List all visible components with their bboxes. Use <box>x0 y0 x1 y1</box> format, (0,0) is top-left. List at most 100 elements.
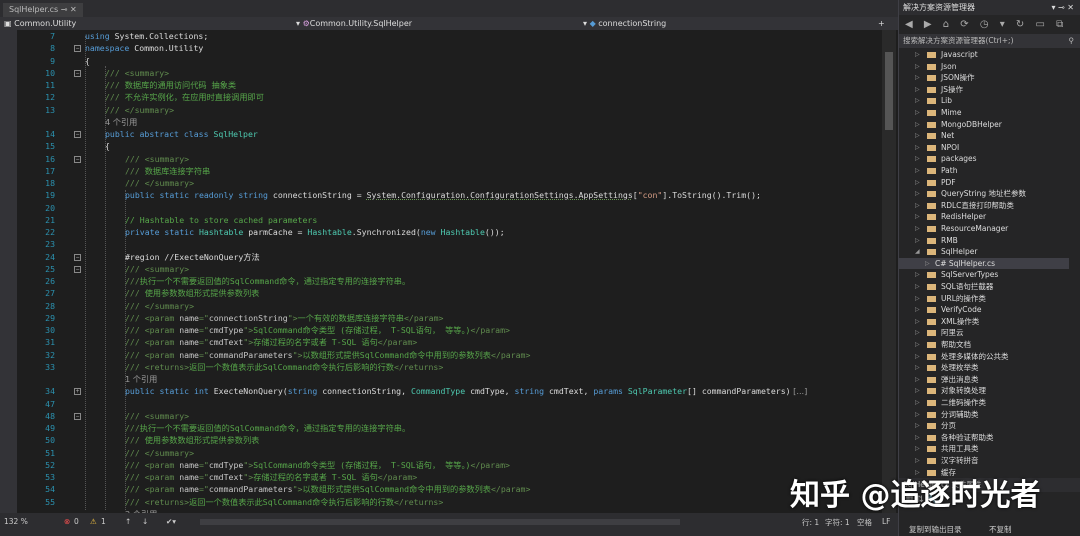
expand-arrow-icon[interactable]: ▷ <box>915 130 920 142</box>
expand-arrow-icon[interactable]: ▷ <box>915 200 920 212</box>
tree-item[interactable]: ▷ Lib <box>899 95 1069 107</box>
horizontal-scrollbar[interactable] <box>200 519 680 525</box>
tree-item[interactable]: ▷ RedisHelper <box>899 211 1069 223</box>
code-line[interactable]: 18 /// </summary> <box>17 177 882 189</box>
code-line[interactable]: 1 个引用 <box>17 373 882 385</box>
code-line[interactable]: 13 /// </summary> <box>17 104 882 116</box>
tree-item[interactable]: ▷ 弹出消息类 <box>899 374 1069 386</box>
code-line[interactable]: 14 − public abstract class SqlHelper <box>17 128 882 140</box>
code-line[interactable]: 50 /// 使用参数数组形式提供参数列表 <box>17 434 882 446</box>
code-line[interactable]: 9{ <box>17 55 882 67</box>
code-line[interactable]: 7 using System.Collections; <box>17 30 882 42</box>
fold-toggle-icon[interactable]: − <box>74 412 81 420</box>
code-line[interactable]: 47 <box>17 398 882 410</box>
char-indicator[interactable]: 字符: 1 <box>825 517 850 528</box>
code-line[interactable]: 52 /// <param name="cmdType">SqlCommand命令… <box>17 459 882 471</box>
expand-arrow-icon[interactable]: ▷ <box>915 327 920 339</box>
code-line[interactable]: 30 /// <param name="cmdType">SqlCommand命令… <box>17 324 882 336</box>
tree-item[interactable]: ▷ 分页 <box>899 420 1069 432</box>
member-dropdown[interactable]: ▾ ◆ connectionString <box>583 17 666 30</box>
code-line[interactable]: 16 − /// <summary> <box>17 153 882 165</box>
fold-toggle-icon[interactable]: − <box>74 265 81 273</box>
expand-arrow-icon[interactable]: ▷ <box>915 49 920 61</box>
fold-toggle-icon[interactable]: − <box>74 45 81 53</box>
up-arrow-icon[interactable]: ↑ <box>125 517 131 526</box>
expand-arrow-icon[interactable]: ▷ <box>915 362 920 374</box>
line-indicator[interactable]: 行: 1 <box>802 517 819 528</box>
code-line[interactable]: 31 /// <param name="cmdText">存储过程的名字或者 T-… <box>17 336 882 348</box>
code-line[interactable]: 53 /// <param name="cmdText">存储过程的名字或者 T-… <box>17 471 882 483</box>
expand-arrow-icon[interactable]: ▷ <box>925 258 930 270</box>
close-icon[interactable]: ✕ <box>70 5 77 14</box>
expand-arrow-icon[interactable]: ▷ <box>915 107 920 119</box>
tree-item[interactable]: ◢ SqlHelper <box>899 246 1069 258</box>
expand-arrow-icon[interactable]: ▷ <box>915 142 920 154</box>
expand-arrow-icon[interactable]: ▷ <box>915 72 920 84</box>
tree-item[interactable]: ▷ 处理多媒体的公共类 <box>899 351 1069 363</box>
tree-item[interactable]: ▷ XML操作类 <box>899 316 1069 328</box>
code-line[interactable]: 26 ///执行一个不需要返回值的SqlCommand命令，通过指定专用的连接字符… <box>17 275 882 287</box>
code-lens[interactable]: 1 个引用 <box>125 374 157 384</box>
tree-item[interactable]: ▷ SqlServerTypes <box>899 269 1069 281</box>
code-lens[interactable]: 4 个引用 <box>105 117 137 127</box>
tree-item[interactable]: ▷ NPOI <box>899 142 1069 154</box>
expand-arrow-icon[interactable]: ▷ <box>915 420 920 432</box>
split-icon[interactable]: + <box>878 17 885 30</box>
expand-arrow-icon[interactable]: ▷ <box>915 177 920 189</box>
code-line[interactable]: 34 + public static int ExecteNonQuery(stri… <box>17 385 882 397</box>
tree-item[interactable]: ▷ URL的操作类 <box>899 293 1069 305</box>
eol-indicator[interactable]: LF <box>882 517 891 526</box>
tree-item[interactable]: ▷ 汉字转拼音 <box>899 455 1069 467</box>
expand-arrow-icon[interactable]: ▷ <box>915 165 920 177</box>
code-line[interactable]: 25 − /// <summary> <box>17 263 882 275</box>
tree-item[interactable]: ▷ PDF <box>899 177 1069 189</box>
code-editor[interactable]: 7 using System.Collections; 8− namespace Co… <box>17 30 882 513</box>
code-line[interactable]: 4 个引用 <box>17 116 882 128</box>
code-line[interactable]: 19 public static readonly string connecti… <box>17 189 882 201</box>
expand-arrow-icon[interactable]: ▷ <box>915 211 920 223</box>
expand-arrow-icon[interactable]: ▷ <box>915 84 920 96</box>
code-lens[interactable]: [...] <box>791 386 807 396</box>
code-line[interactable]: 33 /// <returns>返回一个数值表示此SqlCommand命令执行后影… <box>17 361 882 373</box>
expand-arrow-icon[interactable]: ▷ <box>915 223 920 235</box>
expand-arrow-icon[interactable]: ▷ <box>915 455 920 467</box>
expand-arrow-icon[interactable]: ▷ <box>915 119 920 131</box>
warning-icon[interactable]: ⚠ <box>90 517 97 526</box>
tree-item[interactable]: ▷ VerifyCode <box>899 304 1069 316</box>
code-line[interactable]: 54 /// <param name="commandParameters">以数… <box>17 483 882 495</box>
code-line[interactable]: 12 /// 不允许实例化，在应用时直接调用即可 <box>17 91 882 103</box>
project-dropdown[interactable]: ▣ Common.Utility <box>4 17 76 30</box>
error-icon[interactable]: ⊗ <box>64 517 70 526</box>
fold-toggle-icon[interactable]: − <box>74 155 81 163</box>
zoom-level[interactable]: 132 % <box>4 517 28 526</box>
class-dropdown[interactable]: ▾ ⚙Common.Utility.SqlHelper <box>296 17 412 30</box>
expand-arrow-icon[interactable]: ▷ <box>915 316 920 328</box>
expand-arrow-icon[interactable]: ▷ <box>915 443 920 455</box>
code-line[interactable]: 49 ///执行一个不需要返回值的SqlCommand命令，通过指定专用的连接字符… <box>17 422 882 434</box>
tree-item[interactable]: ▷ Path <box>899 165 1069 177</box>
fold-toggle-icon[interactable]: − <box>74 253 81 261</box>
brush-icon[interactable]: ✔▾ <box>166 517 176 526</box>
whitespace-indicator[interactable]: 空格 <box>857 517 872 528</box>
fold-toggle-icon[interactable]: − <box>74 131 81 138</box>
expand-arrow-icon[interactable]: ▷ <box>915 339 920 351</box>
tree-item[interactable]: ▷ C# SqlHelper.cs <box>899 257 1069 270</box>
tree-item[interactable]: ▷ ResourceManager <box>899 223 1069 235</box>
code-line[interactable]: 15 { <box>17 140 882 152</box>
expand-arrow-icon[interactable]: ▷ <box>915 281 920 293</box>
tree-item[interactable]: ▷ 分词辅助类 <box>899 409 1069 421</box>
tree-item[interactable]: ▷ Net <box>899 130 1069 142</box>
tree-item[interactable]: ▷ 对象转换处理 <box>899 385 1069 397</box>
panel-controls[interactable]: ▾ ⊸ ✕ <box>1051 0 1074 15</box>
tree-item[interactable]: ▷ QueryString 地址栏参数 <box>899 188 1069 200</box>
tree-item[interactable]: ▷ Mime <box>899 107 1069 119</box>
tree-item[interactable]: ▷ 各种验证帮助类 <box>899 432 1069 444</box>
code-line[interactable]: 48 − /// <summary> <box>17 410 882 422</box>
expand-arrow-icon[interactable]: ▷ <box>915 374 920 386</box>
expand-arrow-icon[interactable]: ▷ <box>915 293 920 305</box>
tree-item[interactable]: ▷ Javascript <box>899 49 1069 61</box>
fold-toggle-icon[interactable]: + <box>74 388 81 396</box>
expand-arrow-icon[interactable]: ▷ <box>915 95 920 107</box>
tree-item[interactable]: ▷ 阿里云 <box>899 327 1069 339</box>
tree-item[interactable]: ▷ 帮助文档 <box>899 339 1069 351</box>
